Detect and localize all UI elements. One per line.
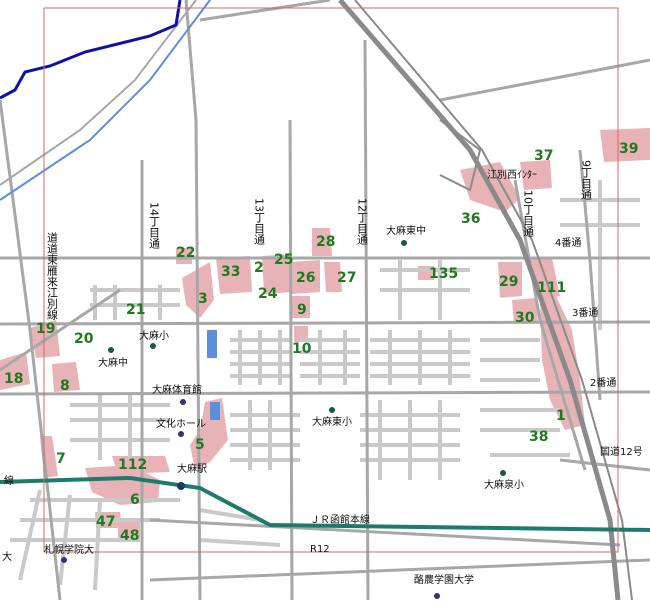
street-label-3ban: 3番通 xyxy=(572,307,598,319)
label-dai: 大 xyxy=(2,550,12,563)
marker-oasa-eki xyxy=(177,482,185,490)
area-number-112: 112 xyxy=(118,457,147,473)
street-label-10: 10丁目通 xyxy=(522,190,535,237)
area-number-33: 33 xyxy=(221,264,240,280)
river xyxy=(0,0,211,201)
area-number-9: 9 xyxy=(297,302,307,318)
street-label-14: 14丁目通 xyxy=(148,202,161,249)
marker-sapporo-gakuin xyxy=(61,557,67,563)
street-label-jr: ＪＲ函館本線 xyxy=(310,513,370,526)
area-number-6: 6 xyxy=(130,492,140,508)
label-oasa-chu: 大麻中 xyxy=(98,356,128,369)
marker-taiikukan xyxy=(180,399,186,405)
area-number-135: 135 xyxy=(429,266,458,282)
area-number-29: 29 xyxy=(499,274,518,290)
marker-oasa-higashi-sho xyxy=(329,407,335,413)
marker-oasa-higashi-chu xyxy=(401,240,407,246)
label-taiikukan: 大麻体育館 xyxy=(152,383,202,396)
marker-rakuno xyxy=(434,593,440,599)
area-number-2: 2 xyxy=(254,260,264,276)
street-label-sen: 線 xyxy=(4,474,14,487)
area-number-47: 47 xyxy=(96,514,115,530)
area-number-18: 18 xyxy=(4,371,23,387)
city-boundary xyxy=(0,0,182,100)
map-canvas: 14丁目通 13丁目通 12丁目通 10丁目通 9丁目通 道道東雁来江別線 4番… xyxy=(0,0,650,601)
area-number-37: 37 xyxy=(534,148,553,164)
area-number-27: 27 xyxy=(337,270,356,286)
area-number-36: 36 xyxy=(461,211,480,227)
street-label-r12: R12 xyxy=(310,544,330,555)
area-number-26: 26 xyxy=(296,270,315,286)
area-number-39: 39 xyxy=(619,141,638,157)
street-label-kokudo: 国道12号 xyxy=(600,445,643,458)
area-number-21: 21 xyxy=(126,302,145,318)
area-number-25: 25 xyxy=(274,252,293,268)
road-2ban xyxy=(0,390,650,396)
label-bunka-hall: 文化ホール xyxy=(156,417,206,430)
street-label-12: 12丁目通 xyxy=(356,198,369,245)
marker-oasa-izumi-sho xyxy=(500,470,506,476)
street-label-dodo: 道道東雁来江別線 xyxy=(46,231,59,320)
label-oasa-sho: 大麻小 xyxy=(139,329,169,342)
label-oasa-higashi-chu: 大麻東中 xyxy=(386,224,426,237)
street-label-13: 13丁目通 xyxy=(253,198,266,245)
pond xyxy=(207,330,217,358)
street-label-ic: 江別西ｲﾝﾀｰ xyxy=(487,169,537,181)
area-number-48: 48 xyxy=(120,528,139,544)
area-number-10: 10 xyxy=(292,341,312,357)
street-label-4ban: 4番通 xyxy=(555,237,581,249)
area-number-19: 19 xyxy=(36,321,55,337)
label-oasa-eki: 大麻駅 xyxy=(177,462,207,475)
area-number-1: 1 xyxy=(556,408,566,424)
pond xyxy=(210,402,220,420)
marker-bunka-hall xyxy=(178,431,184,437)
area-5 xyxy=(190,398,228,470)
area-number-111: 111 xyxy=(537,280,566,296)
area-number-24: 24 xyxy=(258,286,278,302)
area-number-20: 20 xyxy=(74,331,94,347)
city-map[interactable]: 14丁目通 13丁目通 12丁目通 10丁目通 9丁目通 道道東雁来江別線 4番… xyxy=(0,0,650,601)
area-number-22: 22 xyxy=(176,245,195,261)
area-number-8: 8 xyxy=(60,378,70,394)
area-number-3: 3 xyxy=(198,291,208,307)
street-label-2ban: 2番通 xyxy=(590,377,616,389)
label-sapporo-gakuin: 札幌学院大 xyxy=(44,543,94,556)
road-bottom xyxy=(149,558,650,582)
label-rakuno: 酪農学園大学 xyxy=(414,573,474,586)
area-number-38: 38 xyxy=(529,429,548,445)
road-top xyxy=(199,0,331,22)
area-number-30: 30 xyxy=(515,310,535,326)
label-oasa-izumi-sho: 大麻泉小 xyxy=(484,478,524,491)
label-oasa-higashi-sho: 大麻東小 xyxy=(312,415,352,428)
street-label-9: 9丁目通 xyxy=(580,160,593,200)
area-number-5: 5 xyxy=(195,437,205,453)
area-number-28: 28 xyxy=(316,234,335,250)
marker-oasa-chu xyxy=(108,347,114,353)
area-number-7: 7 xyxy=(56,451,66,467)
marker-oasa-sho xyxy=(150,343,156,349)
